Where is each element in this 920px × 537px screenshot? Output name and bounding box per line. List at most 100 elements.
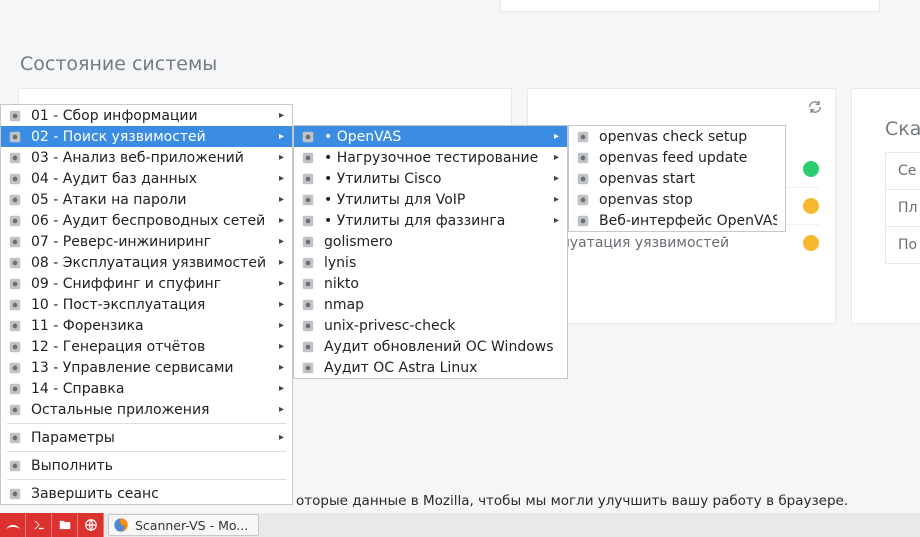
menu-item[interactable]: 06 - Аудит беспроводных сетей▸ [1,210,292,231]
menu-item-label: Выполнить [31,458,284,474]
menu-item[interactable]: 03 - Анализ веб-приложений▸ [1,147,292,168]
menu-item-label: openvas stop [599,192,777,208]
menu-item-label: • Утилиты для VoIP [324,192,546,208]
menu-item-label: • Нагрузочное тестирование [324,150,546,166]
submenu-arrow-icon: ▸ [554,131,559,142]
refresh-icon[interactable] [807,99,823,115]
menu-item[interactable]: 04 - Аудит баз данных▸ [1,168,292,189]
submenu-arrow-icon: ▸ [279,194,284,205]
menu-item-label: 02 - Поиск уязвимостей [31,129,271,145]
menu-item[interactable]: 13 - Управление сервисами ▸ [1,357,292,378]
menu-item[interactable]: • Утилиты для VoIP ▸ [294,189,567,210]
browser-launcher[interactable] [78,513,104,537]
menu-item[interactable]: 14 - Справка▸ [1,378,292,399]
submenu-arrow-icon: ▸ [279,110,284,121]
submenu-arrow-icon: ▸ [554,194,559,205]
page-title: Состояние системы [20,53,217,75]
menu-item[interactable]: 07 - Реверс-инжиниринг▸ [1,231,292,252]
files-launcher[interactable] [52,513,78,537]
app-icon [7,129,23,145]
menu-item-label: lynis [324,255,559,271]
app-icon [300,129,316,145]
submenu-arrow-icon: ▸ [279,131,284,142]
status-label: сплуатация уязвимостей [544,235,729,251]
menu-item-label: unix-privesc-check [324,318,559,334]
app-icon [7,234,23,250]
menu-item[interactable]: Аудит обновлений ОС Windows [294,336,567,357]
menu-item[interactable]: Параметры▸ [1,427,292,448]
menu-item[interactable]: openvas start [569,168,785,189]
menu-item[interactable]: • Утилиты для фаззинга▸ [294,210,567,231]
submenu-openvas[interactable]: openvas check setupopenvas feed updateop… [568,125,786,232]
menu-item[interactable]: nmap [294,294,567,315]
menu-item[interactable]: Остальные приложения▸ [1,399,292,420]
app-icon [7,339,23,355]
app-icon [7,213,23,229]
menu-item[interactable]: openvas check setup [569,126,785,147]
start-button[interactable] [0,513,26,537]
app-icon [300,213,316,229]
menu-item[interactable]: unix-privesc-check [294,315,567,336]
app-icon [7,255,23,271]
submenu-arrow-icon: ▸ [279,362,284,373]
menu-item[interactable]: openvas feed update [569,147,785,168]
menu-item[interactable]: lynis [294,252,567,273]
app-icon [7,360,23,376]
submenu-arrow-icon: ▸ [279,299,284,310]
menu-item[interactable]: 05 - Атаки на пароли ▸ [1,189,292,210]
menu-item[interactable]: Выполнить [1,455,292,476]
menu-item-label: 05 - Атаки на пароли [31,192,271,208]
terminal-launcher[interactable] [26,513,52,537]
menu-item-label: • Утилиты Cisco [324,171,546,187]
submenu-vulnerability[interactable]: • OpenVAS▸• Нагрузочное тестирование▸• У… [293,125,568,379]
menu-item-label: 11 - Форензика [31,318,271,334]
side-item[interactable]: Пл [885,190,920,227]
menu-item-label: nikto [324,276,559,292]
menu-item[interactable]: Веб-интерфейс OpenVAS [569,210,785,231]
menu-item[interactable]: • OpenVAS▸ [294,126,567,147]
menu-item[interactable]: Завершить сеанс [1,483,292,504]
menu-item[interactable]: 09 - Сниффинг и спуфинг▸ [1,273,292,294]
menu-item[interactable]: Аудит ОС Astra Linux [294,357,567,378]
app-icon [7,318,23,334]
status-dot-amber-icon [803,235,819,251]
taskbar-task[interactable]: Scanner-VS - Mo... [108,514,259,536]
menu-item-label: Завершить сеанс [31,486,284,502]
submenu-arrow-icon: ▸ [554,152,559,163]
menu-item[interactable]: golismero [294,231,567,252]
app-icon [7,381,23,397]
start-menu[interactable]: 01 - Сбор информации▸02 - Поиск уязвимос… [0,104,293,505]
menu-item[interactable]: 11 - Форензика ▸ [1,315,292,336]
menu-separator [7,451,286,452]
submenu-arrow-icon: ▸ [279,404,284,415]
menu-item[interactable]: 12 - Генерация отчётов▸ [1,336,292,357]
menu-item-label: 06 - Аудит беспроводных сетей [31,213,271,229]
taskbar-task-label: Scanner-VS - Mo... [135,518,248,533]
menu-item[interactable]: 10 - Пост-эксплуатация▸ [1,294,292,315]
menu-item[interactable]: 01 - Сбор информации ▸ [1,105,292,126]
menu-item-label: 01 - Сбор информации [31,108,271,124]
submenu-arrow-icon: ▸ [279,320,284,331]
app-icon [7,192,23,208]
menu-item[interactable]: 08 - Эксплуатация уязвимостей▸ [1,252,292,273]
side-item[interactable]: По [885,227,920,264]
app-icon [575,150,591,166]
side-item[interactable]: Се [885,152,920,190]
menu-item-label: 03 - Анализ веб-приложений [31,150,271,166]
side-list: Се Пл По [885,152,920,264]
menu-item[interactable]: • Нагрузочное тестирование ▸ [294,147,567,168]
menu-item-label: • Утилиты для фаззинга [324,213,546,229]
menu-item[interactable]: nikto [294,273,567,294]
menu-item-label: 12 - Генерация отчётов [31,339,271,355]
app-icon [300,192,316,208]
submenu-arrow-icon: ▸ [279,278,284,289]
mozilla-notice: оторые данные в Mozilla, чтобы мы могли … [296,493,848,509]
menu-item-label: 13 - Управление сервисами [31,360,271,376]
menu-item-label: 04 - Аудит баз данных [31,171,271,187]
app-icon [300,360,316,376]
submenu-arrow-icon: ▸ [554,173,559,184]
menu-item[interactable]: openvas stop [569,189,785,210]
menu-item[interactable]: 02 - Поиск уязвимостей ▸ [1,126,292,147]
menu-item[interactable]: • Утилиты Cisco ▸ [294,168,567,189]
menu-item-label: Параметры [31,430,271,446]
